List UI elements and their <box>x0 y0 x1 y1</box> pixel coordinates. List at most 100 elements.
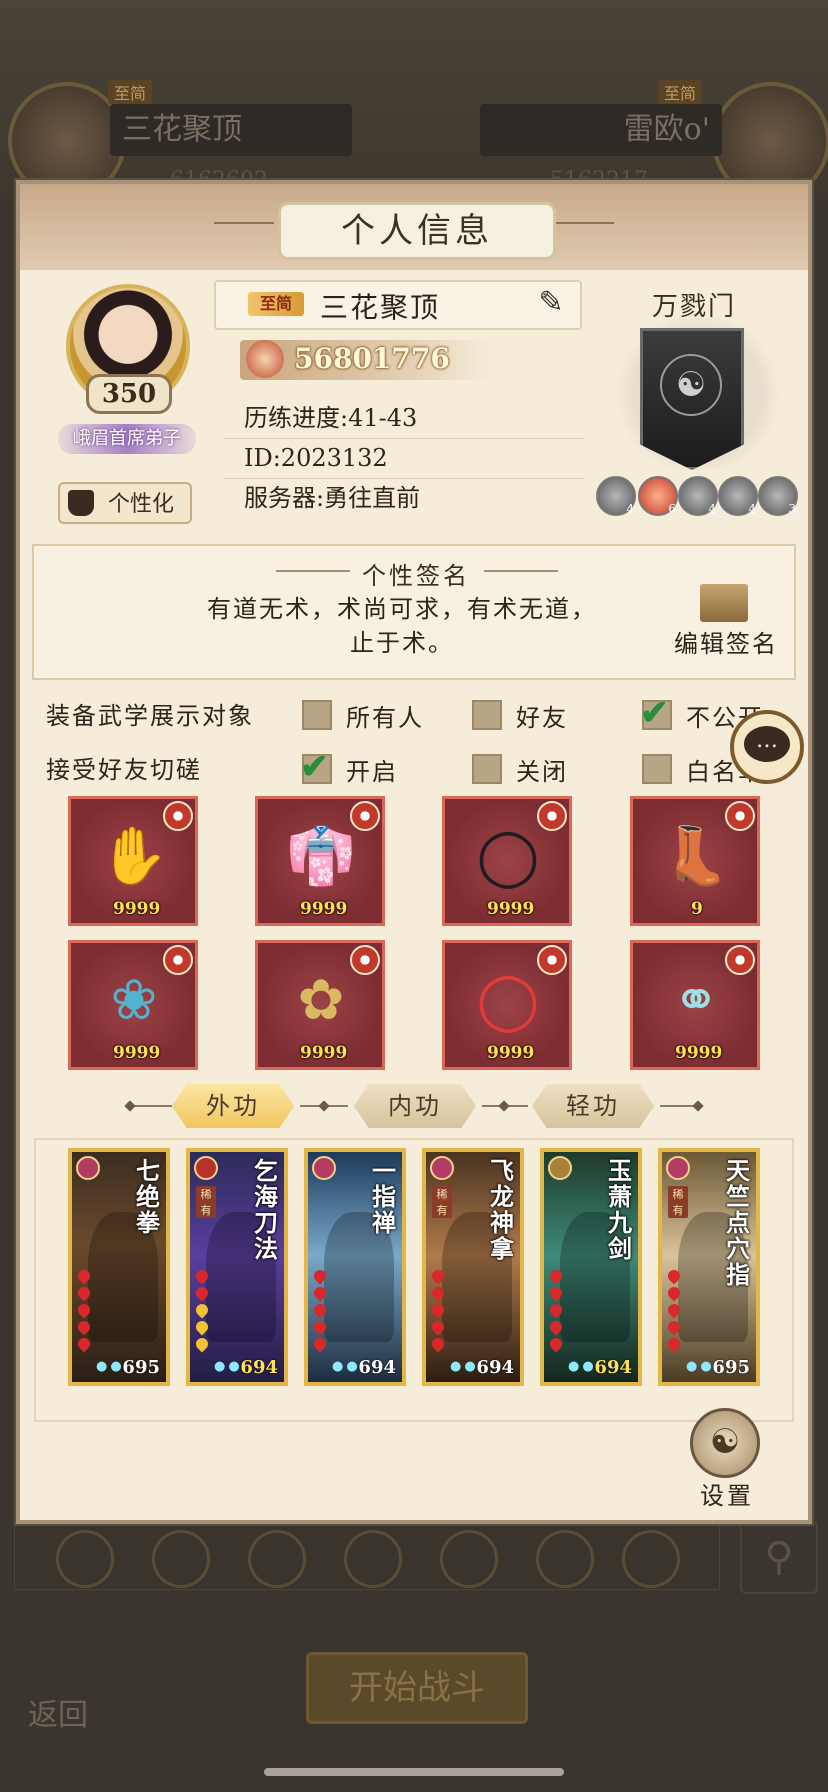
start-battle-button[interactable]: 开始战斗 <box>306 1652 528 1724</box>
skill-name: 飞龙神拿 <box>490 1156 514 1263</box>
check-icon: ✔ <box>300 747 329 787</box>
sect-badge-icon: 4 <box>718 476 758 516</box>
skill-name: 天竺点穴指 <box>726 1156 750 1289</box>
equip-qty: 9999 <box>300 899 348 919</box>
equip-slot-hairpin[interactable]: ✿ 9999 <box>255 940 385 1070</box>
equip-display-label: 装备武学展示对象 <box>46 702 254 730</box>
equip-slot-necklace[interactable]: ❀ 9999 <box>68 940 198 1070</box>
equip-qty: 9999 <box>113 1043 161 1063</box>
settings-button[interactable]: ☯ <box>690 1408 760 1478</box>
sect-badge-icon: 6 <box>638 476 678 516</box>
tab-divider <box>132 1105 172 1107</box>
quality-icon <box>163 945 193 975</box>
bg-skill-icon <box>56 1530 114 1588</box>
robe-icon <box>68 490 94 516</box>
skill-card[interactable]: 稀有 飞龙神拿 ●● 694 <box>422 1148 524 1386</box>
check-icon: ✔ <box>640 693 669 733</box>
right-player-name: 雷欧o' <box>480 104 722 156</box>
option-everyone: 所有人 <box>346 704 424 732</box>
necklace-icon: ❀ <box>110 968 158 1033</box>
equip-qty: 9999 <box>487 1043 535 1063</box>
equip-slot-boots[interactable]: 👢 9 <box>630 796 760 926</box>
edit-signature-button[interactable]: 编辑签名 <box>674 624 778 659</box>
skill-level: 695 <box>122 1357 160 1378</box>
rare-badge: 稀有 <box>668 1186 688 1218</box>
home-indicator[interactable] <box>264 1768 564 1776</box>
signature-text: 有道无术，术尚可求，有术无道， 止于术。 <box>192 592 612 660</box>
equip-slot-robe[interactable]: 👘 9999 <box>255 796 385 926</box>
friend-spar-label: 接受好友切磋 <box>46 756 202 784</box>
skill-card[interactable]: 玉萧九剑 ●● 694 <box>540 1148 642 1386</box>
rare-badge: 稀有 <box>196 1186 216 1218</box>
sect-badge-icon: 4 <box>678 476 718 516</box>
checkbox-whitelist[interactable] <box>642 754 672 784</box>
equip-qty: 9 <box>691 899 703 919</box>
skill-stars <box>311 1267 329 1355</box>
left-player-name: 三花聚顶 <box>110 104 352 156</box>
bg-skill-icon <box>440 1530 498 1588</box>
robe-icon: 👘 <box>286 824 356 889</box>
skill-stars <box>193 1267 211 1355</box>
player-id: ID:2023132 <box>224 438 584 479</box>
skill-drops: ●● <box>214 1359 243 1374</box>
belt-icon: ◯ <box>476 824 540 889</box>
bg-skill-icon <box>152 1530 210 1588</box>
equip-slot-belt[interactable]: ◯ 9999 <box>442 796 572 926</box>
skill-name: 乞海刀法 <box>254 1156 278 1263</box>
skill-card[interactable]: 稀有 乞海刀法 ●● 694 <box>186 1148 288 1386</box>
tab-lightness[interactable]: 轻功 <box>532 1084 654 1128</box>
quality-icon <box>163 801 193 831</box>
search-icon[interactable]: ⚲ <box>740 1520 818 1594</box>
skill-drops: ●● <box>450 1359 479 1374</box>
chat-icon: … <box>744 726 790 762</box>
bg-skill-icon <box>536 1530 594 1588</box>
equip-qty: 9999 <box>675 1043 723 1063</box>
right-player-badge: 至简 <box>658 80 703 104</box>
skill-level: 694 <box>240 1357 278 1378</box>
equip-slot-bracelet[interactable]: ◯ 9999 <box>442 940 572 1070</box>
skill-level: 694 <box>476 1357 514 1378</box>
skill-name: 一指禅 <box>372 1156 396 1237</box>
quality-icon <box>537 801 567 831</box>
equip-slot-ring[interactable]: ⚭ 9999 <box>630 940 760 1070</box>
rare-badge: 稀有 <box>432 1186 452 1218</box>
quality-icon <box>537 945 567 975</box>
skill-level: 694 <box>594 1357 632 1378</box>
glove-icon: ✋ <box>99 824 169 889</box>
signature-line-1: 有道无术，术尚可求，有术无道， <box>207 595 597 623</box>
progress-text: 历练进度:41-43 <box>224 398 584 439</box>
skill-stars <box>75 1267 93 1355</box>
title-ornament <box>554 222 614 224</box>
skill-type-icon <box>312 1156 336 1180</box>
skill-drops: ●● <box>686 1359 715 1374</box>
combat-power: 56801776 <box>294 342 450 375</box>
skill-type-icon <box>194 1156 218 1180</box>
hairpin-icon: ✿ <box>297 968 345 1033</box>
skill-drops: ●● <box>568 1359 597 1374</box>
tab-external[interactable]: 外功 <box>172 1084 294 1128</box>
signature-ornament <box>484 570 558 572</box>
edit-name-icon[interactable]: ✎ <box>534 286 568 320</box>
signature-title: 个性签名 <box>362 562 470 590</box>
checkbox-everyone[interactable] <box>302 700 332 730</box>
settings-label: 设置 <box>700 1482 754 1510</box>
skill-name: 七绝拳 <box>136 1156 160 1237</box>
skill-card[interactable]: 稀有 天竺点穴指 ●● 695 <box>658 1148 760 1386</box>
skill-stars <box>547 1267 565 1355</box>
tab-internal[interactable]: 内功 <box>354 1084 476 1128</box>
skill-type-icon <box>666 1156 690 1180</box>
skill-type-icon <box>548 1156 572 1180</box>
back-button[interactable]: 返回 <box>28 1690 88 1734</box>
checkbox-friends[interactable] <box>472 700 502 730</box>
skill-card[interactable]: 七绝拳 ●● 695 <box>68 1148 170 1386</box>
signature-ornament <box>276 570 350 572</box>
checkbox-disable[interactable] <box>472 754 502 784</box>
scroll-icon[interactable] <box>700 584 748 622</box>
player-name: 三花聚顶 <box>320 291 441 324</box>
quality-icon <box>350 801 380 831</box>
bracelet-icon: ◯ <box>476 968 540 1033</box>
equip-slot-glove[interactable]: ✋ 9999 <box>68 796 198 926</box>
skill-level: 695 <box>712 1357 750 1378</box>
skill-card[interactable]: 一指禅 ●● 694 <box>304 1148 406 1386</box>
skill-drops: ●● <box>96 1359 125 1374</box>
